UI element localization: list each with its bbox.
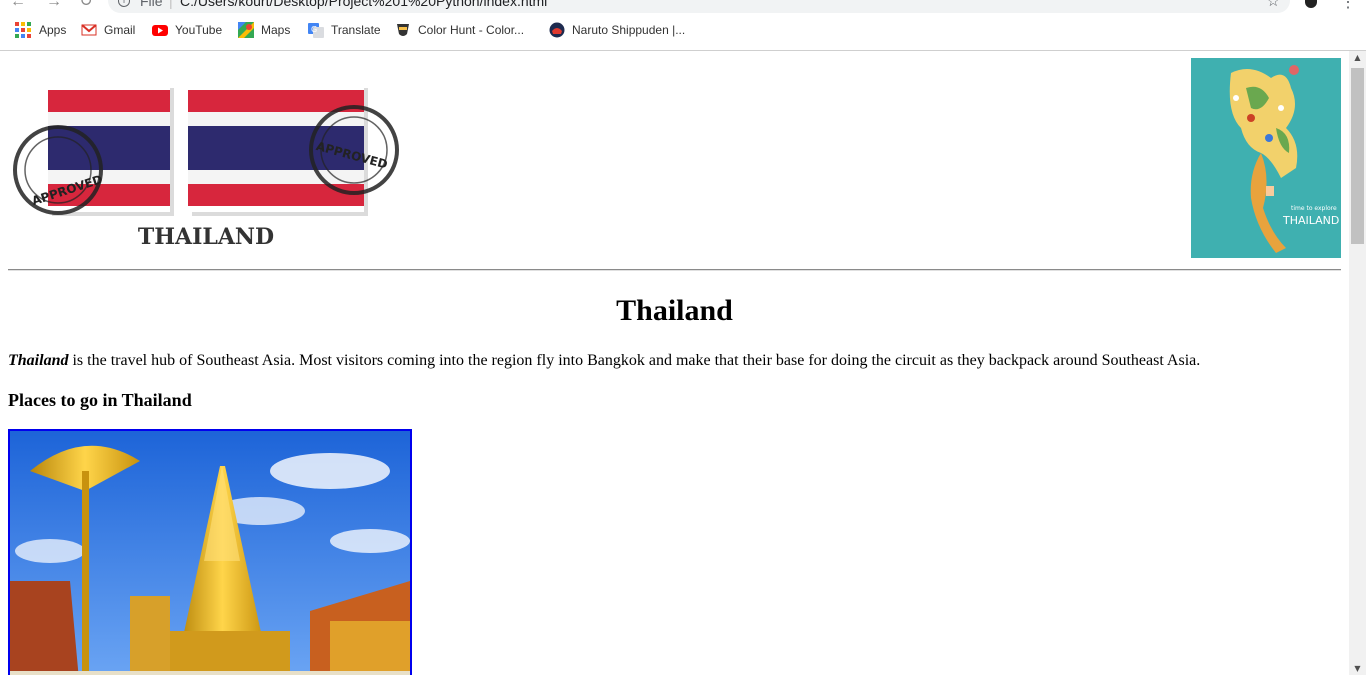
- thailand-map-poster: time to explore THAILAND: [1191, 58, 1341, 258]
- scheme-separator: |: [169, 0, 173, 9]
- intro-text: is the travel hub of Southeast Asia. Mos…: [68, 352, 1201, 369]
- profile-icon[interactable]: [1305, 0, 1317, 8]
- back-button[interactable]: ←: [8, 0, 28, 10]
- vertical-scrollbar[interactable]: ▲ ▼: [1349, 51, 1366, 675]
- bookmark-label: Translate: [331, 23, 381, 37]
- bookmark-label: Apps: [39, 23, 67, 37]
- bookmark-label: Maps: [261, 23, 291, 37]
- bookmark-label: YouTube: [175, 23, 223, 37]
- bookmark-youtube[interactable]: YouTube: [152, 21, 222, 39]
- color-hunt-icon: [395, 22, 411, 38]
- translate-icon: G: [308, 22, 324, 38]
- header-divider: [8, 269, 1341, 271]
- svg-text:THAILAND: THAILAND: [1282, 214, 1339, 227]
- naruto-icon: [549, 22, 565, 38]
- bookmark-translate[interactable]: G Translate: [308, 21, 381, 39]
- bookmark-star-icon[interactable]: ☆: [1267, 0, 1280, 10]
- bookmark-label: Color Hunt - Color...: [418, 23, 525, 37]
- bookmark-apps[interactable]: Apps: [14, 21, 66, 39]
- intro-emphasis: Thailand: [8, 352, 69, 369]
- page-viewport: APPROVED APPROVED THAILAND time to explo…: [0, 51, 1349, 675]
- gmail-icon: [81, 22, 97, 38]
- bookmark-label: Gmail: [104, 23, 136, 37]
- forward-button[interactable]: →: [44, 0, 64, 10]
- info-icon[interactable]: i: [118, 0, 130, 7]
- reload-button[interactable]: ↻: [76, 0, 96, 10]
- menu-kebab-icon[interactable]: ⋮: [1340, 0, 1356, 12]
- bookmark-maps[interactable]: Maps: [238, 21, 290, 39]
- bookmark-color-hunt[interactable]: Color Hunt - Color...: [395, 21, 524, 39]
- intro-paragraph: Thailand is the travel hub of Southeast …: [8, 352, 1200, 370]
- apps-grid-icon: [14, 21, 32, 39]
- maps-icon: [238, 22, 254, 38]
- bookmarks-bar: Apps Gmail YouTube Maps G Translate Colo…: [0, 19, 1366, 41]
- url-text[interactable]: C:/Users/kourt/Desktop/Project%201%20Pyt…: [180, 0, 547, 9]
- youtube-icon: [152, 22, 168, 38]
- scroll-up-arrow-icon[interactable]: ▲: [1349, 53, 1366, 62]
- scroll-down-arrow-icon[interactable]: ▼: [1349, 664, 1366, 673]
- bookmark-label: Naruto Shippuden |...: [572, 23, 686, 37]
- svg-text:time to explore: time to explore: [1291, 205, 1337, 212]
- bookmark-naruto[interactable]: Naruto Shippuden |...: [549, 21, 685, 39]
- thailand-stamps-banner: APPROVED APPROVED THAILAND: [8, 72, 408, 262]
- address-bar[interactable]: i File | C:/Users/kourt/Desktop/Project%…: [108, 0, 1290, 13]
- temple-photo-link[interactable]: [8, 429, 412, 675]
- scheme-label: File: [140, 0, 163, 9]
- banner-title: THAILAND: [138, 224, 274, 250]
- scroll-thumb[interactable]: [1351, 68, 1364, 244]
- svg-text:G: G: [311, 25, 317, 34]
- page-title: Thailand: [616, 294, 733, 327]
- browser-chrome: ← → ↻ i File | C:/Users/kourt/Desktop/Pr…: [0, 0, 1366, 51]
- bookmark-gmail[interactable]: Gmail: [81, 21, 135, 39]
- places-heading: Places to go in Thailand: [8, 390, 192, 410]
